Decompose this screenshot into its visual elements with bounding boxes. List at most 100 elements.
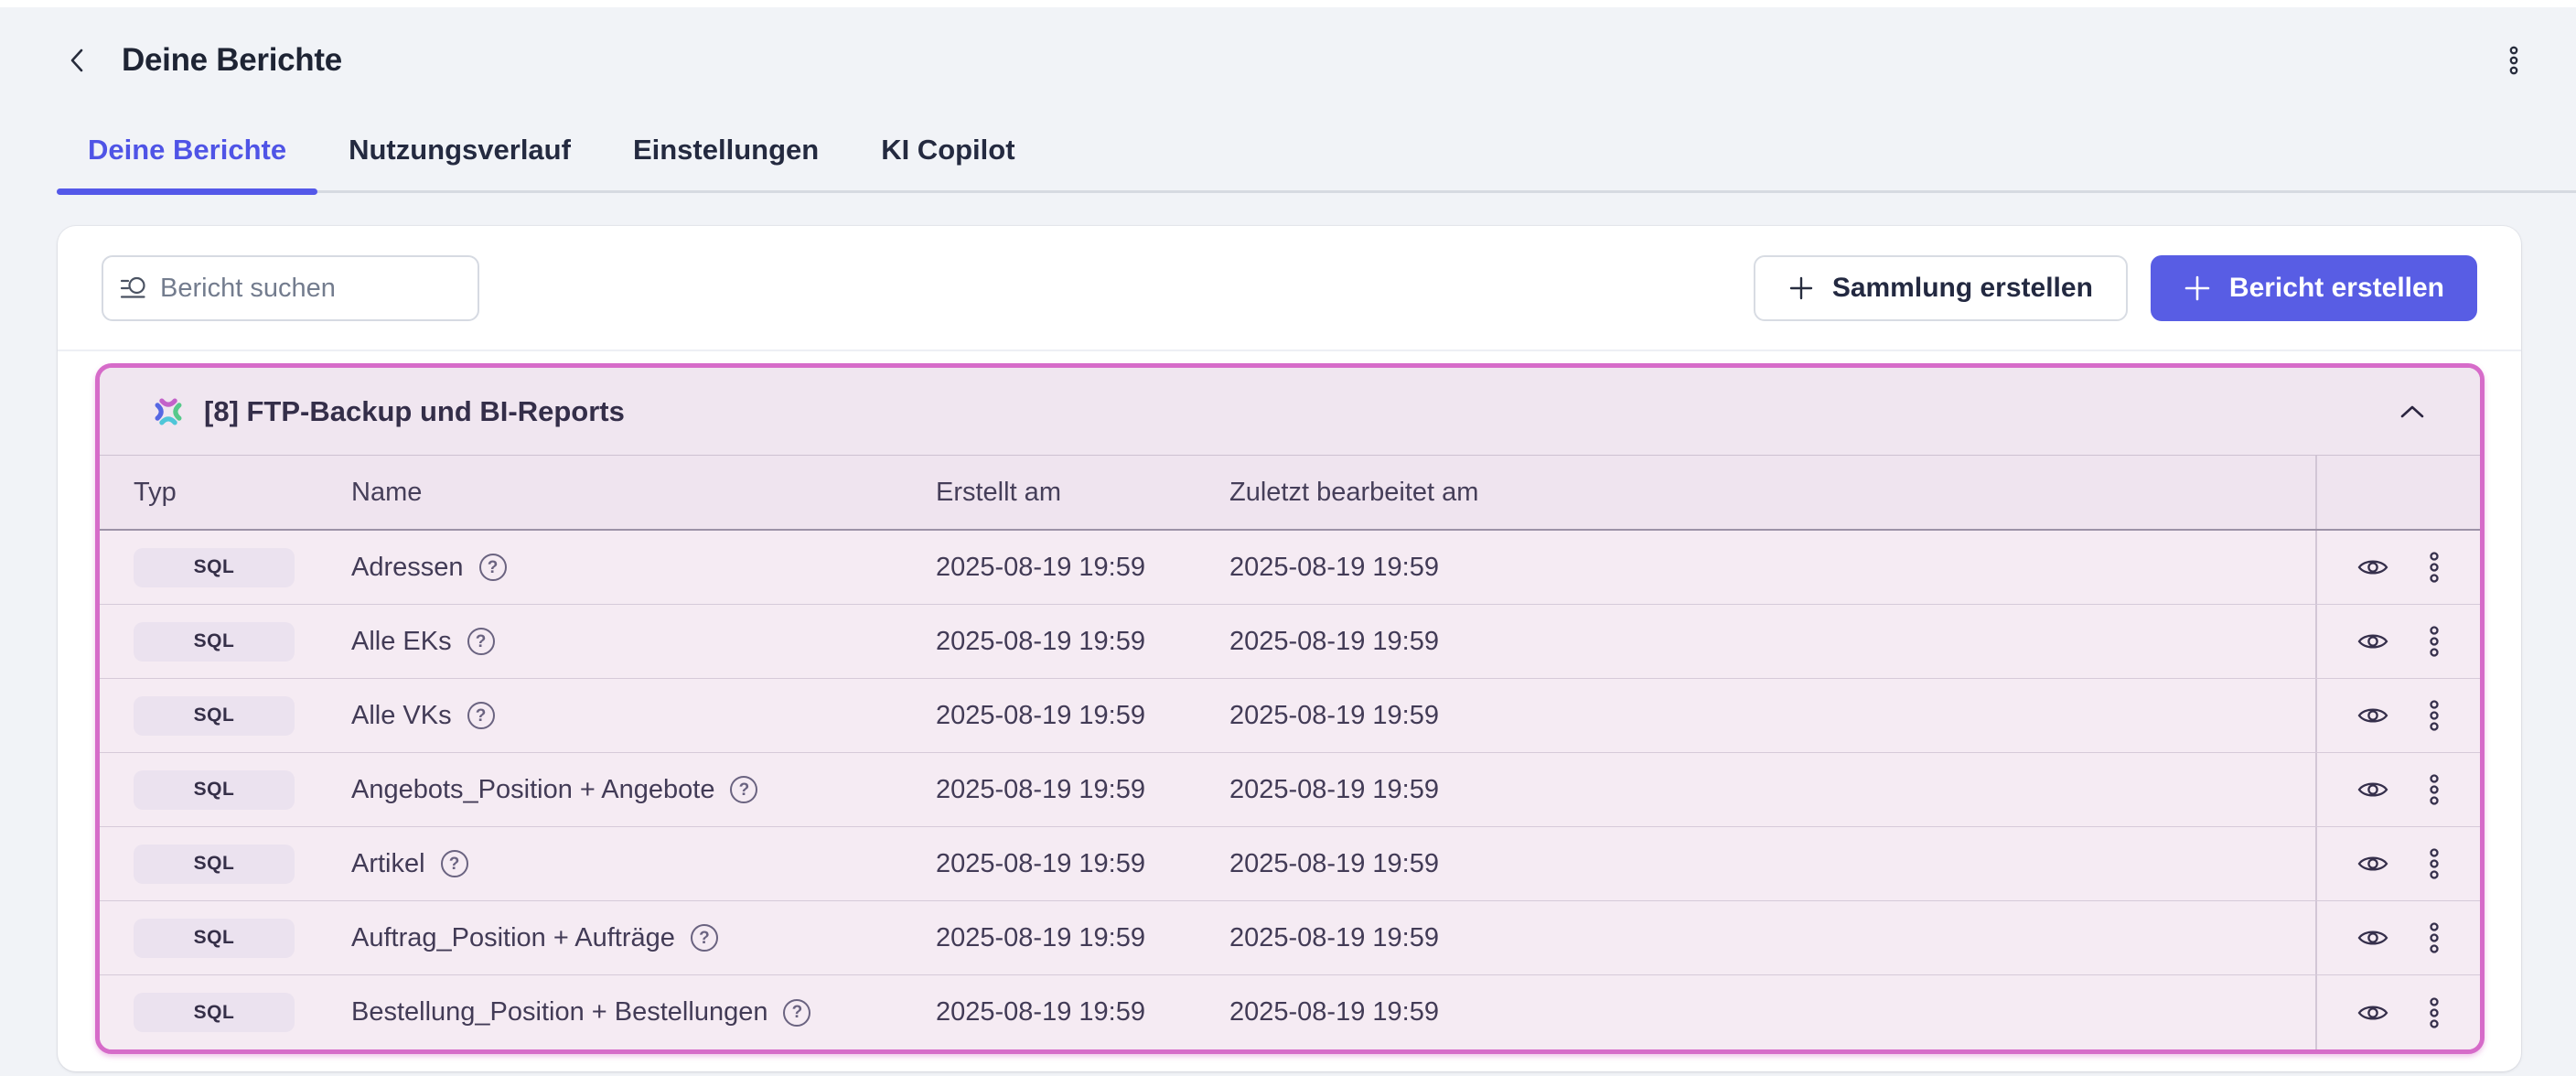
column-header-typ: Typ	[134, 478, 351, 508]
view-report-button[interactable]	[2357, 1001, 2388, 1025]
row-actions-cell	[2315, 753, 2480, 826]
page-overflow-menu-button[interactable]	[2497, 40, 2530, 81]
report-name: Angebots_Position + Angebote	[351, 775, 714, 805]
row-overflow-menu-button[interactable]	[2429, 626, 2440, 657]
eye-icon	[2357, 852, 2388, 876]
report-name-cell: Angebots_Position + Angebote ?	[351, 775, 936, 805]
toolbar-actions: Sammlung erstellen Bericht erstellen	[1754, 255, 2477, 321]
report-type-cell: SQL	[134, 993, 351, 1032]
view-report-button[interactable]	[2357, 704, 2388, 727]
modified-at-cell: 2025-08-19 19:59	[1229, 701, 2315, 731]
report-type-cell: SQL	[134, 548, 351, 587]
row-overflow-menu-button[interactable]	[2429, 922, 2440, 953]
eye-icon	[2357, 778, 2388, 802]
view-report-button[interactable]	[2357, 852, 2388, 876]
kebab-vertical-icon	[2429, 997, 2440, 1028]
kebab-vertical-icon	[2429, 552, 2440, 583]
sql-type-badge: SQL	[134, 696, 295, 736]
kebab-vertical-icon	[2429, 700, 2440, 731]
collection-ftp-backup: [8] FTP-Backup und BI-Reports Typ Name E…	[95, 363, 2485, 1054]
sql-type-badge: SQL	[134, 548, 295, 587]
table-row[interactable]: SQL Alle VKs ? 2025-08-19 19:59 2025-08-…	[100, 679, 2480, 753]
report-name: Auftrag_Position + Aufträge	[351, 923, 675, 953]
row-actions-cell	[2315, 975, 2480, 1049]
tab-ki-copilot[interactable]: KI Copilot	[850, 133, 1046, 190]
report-name: Adressen	[351, 553, 464, 583]
modified-at-cell: 2025-08-19 19:59	[1229, 923, 2315, 953]
report-name: Artikel	[351, 849, 425, 879]
eye-icon	[2357, 629, 2388, 653]
table-row[interactable]: SQL Artikel ? 2025-08-19 19:59 2025-08-1…	[100, 827, 2480, 901]
help-question-icon[interactable]: ?	[467, 702, 495, 729]
collection-header[interactable]: [8] FTP-Backup und BI-Reports	[100, 368, 2480, 456]
modified-at-cell: 2025-08-19 19:59	[1229, 775, 2315, 805]
report-name-cell: Bestellung_Position + Bestellungen ?	[351, 997, 936, 1028]
row-actions-cell	[2315, 679, 2480, 752]
kebab-vertical-icon	[2429, 626, 2440, 657]
row-overflow-menu-button[interactable]	[2429, 552, 2440, 583]
row-actions-cell	[2315, 901, 2480, 974]
eye-icon	[2357, 926, 2388, 950]
top-strip	[0, 0, 2576, 7]
table-row[interactable]: SQL Auftrag_Position + Aufträge ? 2025-0…	[100, 901, 2480, 975]
tab-einstellungen[interactable]: Einstellungen	[602, 133, 850, 190]
kebab-vertical-icon	[2429, 922, 2440, 953]
column-header-name: Name	[351, 478, 936, 508]
sql-type-badge: SQL	[134, 622, 295, 662]
collection-collapse-button[interactable]	[2392, 392, 2432, 432]
row-overflow-menu-button[interactable]	[2429, 700, 2440, 731]
reports-card: Sammlung erstellen Bericht erstellen	[58, 226, 2521, 1071]
chevron-left-icon	[69, 48, 85, 73]
report-type-cell: SQL	[134, 919, 351, 958]
report-type-cell: SQL	[134, 845, 351, 884]
row-overflow-menu-button[interactable]	[2429, 774, 2440, 805]
created-at-cell: 2025-08-19 19:59	[936, 923, 1229, 953]
report-name-cell: Alle VKs ?	[351, 701, 936, 731]
search-input[interactable]	[160, 274, 478, 304]
created-at-cell: 2025-08-19 19:59	[936, 997, 1229, 1028]
view-report-button[interactable]	[2357, 629, 2388, 653]
row-overflow-menu-button[interactable]	[2429, 997, 2440, 1028]
collection-title: [8] FTP-Backup und BI-Reports	[204, 395, 625, 428]
table-row[interactable]: SQL Angebots_Position + Angebote ? 2025-…	[100, 753, 2480, 827]
help-question-icon[interactable]: ?	[691, 924, 718, 952]
back-button[interactable]	[57, 40, 97, 81]
create-report-label: Bericht erstellen	[2229, 273, 2444, 304]
table-row[interactable]: SQL Alle EKs ? 2025-08-19 19:59 2025-08-…	[100, 605, 2480, 679]
column-header-created: Erstellt am	[936, 478, 1229, 508]
help-question-icon[interactable]: ?	[467, 628, 495, 655]
modified-at-cell: 2025-08-19 19:59	[1229, 553, 2315, 583]
report-name: Alle EKs	[351, 627, 452, 657]
table-row[interactable]: SQL Bestellung_Position + Bestellungen ?…	[100, 975, 2480, 1049]
eye-icon	[2357, 704, 2388, 727]
view-report-button[interactable]	[2357, 926, 2388, 950]
row-actions-cell	[2315, 531, 2480, 604]
report-name-cell: Artikel ?	[351, 849, 936, 879]
view-report-button[interactable]	[2357, 555, 2388, 579]
table-row[interactable]: SQL Adressen ? 2025-08-19 19:59 2025-08-…	[100, 531, 2480, 605]
report-type-cell: SQL	[134, 770, 351, 810]
page-header: Deine Berichte	[57, 40, 2530, 81]
create-report-button[interactable]: Bericht erstellen	[2151, 255, 2477, 321]
tab-nutzungsverlauf[interactable]: Nutzungsverlauf	[317, 133, 602, 190]
kebab-vertical-icon	[2429, 774, 2440, 805]
sql-type-badge: SQL	[134, 919, 295, 958]
report-name: Alle VKs	[351, 701, 452, 731]
created-at-cell: 2025-08-19 19:59	[936, 775, 1229, 805]
help-question-icon[interactable]: ?	[783, 999, 810, 1027]
help-question-icon[interactable]: ?	[479, 554, 507, 581]
search-icon	[120, 276, 145, 300]
row-overflow-menu-button[interactable]	[2429, 848, 2440, 879]
tab-bar: Deine Berichte Nutzungsverlauf Einstellu…	[57, 133, 2576, 193]
row-actions-cell	[2315, 827, 2480, 900]
tab-deine-berichte[interactable]: Deine Berichte	[57, 133, 317, 190]
created-at-cell: 2025-08-19 19:59	[936, 701, 1229, 731]
create-collection-button[interactable]: Sammlung erstellen	[1754, 255, 2128, 321]
search-box[interactable]	[102, 255, 479, 321]
created-at-cell: 2025-08-19 19:59	[936, 849, 1229, 879]
help-question-icon[interactable]: ?	[730, 776, 757, 803]
plus-icon	[1788, 275, 1814, 301]
table-header-row: Typ Name Erstellt am Zuletzt bearbeitet …	[100, 456, 2480, 531]
help-question-icon[interactable]: ?	[441, 850, 468, 877]
view-report-button[interactable]	[2357, 778, 2388, 802]
